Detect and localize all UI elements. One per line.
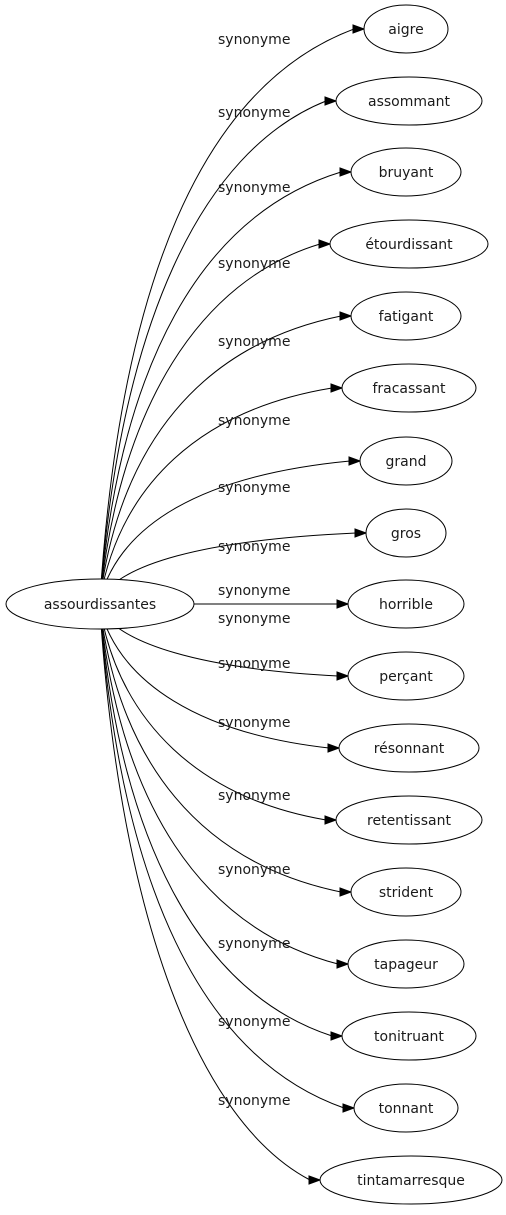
edge-synonyme: synonyme: [99, 608, 353, 897]
edge-label: synonyme: [218, 539, 290, 555]
edge-label: synonyme: [218, 715, 290, 731]
target-node-label: étourdissant: [365, 237, 453, 253]
arrowhead-icon: [318, 239, 332, 249]
target-node[interactable]: fracassant: [341, 363, 477, 413]
edge-label: synonyme: [218, 413, 290, 429]
arrowhead-icon: [339, 311, 353, 321]
target-node-label: aigre: [388, 22, 423, 38]
arrowhead-icon: [324, 815, 338, 825]
edge-line: [99, 608, 342, 893]
arrowhead-icon: [352, 24, 366, 34]
target-node-label: tintamarresque: [357, 1173, 465, 1189]
target-node-label: tonitruant: [374, 1029, 444, 1045]
source-node-label: assourdissantes: [44, 597, 156, 613]
edge-line: [99, 608, 327, 821]
target-node[interactable]: horrible: [347, 579, 465, 629]
arrowhead-icon: [327, 743, 341, 753]
target-node[interactable]: tapageur: [347, 939, 465, 989]
target-node[interactable]: fatigant: [350, 291, 462, 341]
edge-label: synonyme: [218, 788, 290, 804]
target-node-label: bruyant: [379, 165, 434, 181]
target-node[interactable]: résonnant: [338, 723, 480, 773]
target-node-label: tapageur: [374, 957, 438, 973]
arrowhead-icon: [308, 1175, 322, 1185]
arrowhead-icon: [342, 1103, 356, 1113]
arrowhead-icon: [336, 959, 350, 969]
arrowhead-icon: [336, 599, 350, 609]
edge-line: [99, 608, 330, 749]
target-node[interactable]: tonitruant: [341, 1011, 477, 1061]
edge-line: [99, 171, 342, 600]
edge-label: synonyme: [218, 480, 290, 496]
target-node-label: grand: [386, 454, 427, 470]
edge-label: synonyme: [218, 656, 290, 672]
edge-label: synonyme: [218, 936, 290, 952]
arrowhead-icon: [339, 167, 353, 177]
edge-label: synonyme: [218, 862, 290, 878]
target-node[interactable]: tintamarresque: [319, 1155, 503, 1205]
arrowhead-icon: [324, 96, 338, 106]
source-node[interactable]: assourdissantes: [5, 578, 195, 630]
edge-synonyme: synonyme: [99, 167, 353, 600]
target-node[interactable]: strident: [350, 867, 462, 917]
edge-synonyme: synonyme: [194, 583, 350, 609]
edge-line: [99, 387, 333, 600]
target-node[interactable]: étourdissant: [329, 219, 489, 269]
arrowhead-icon: [348, 456, 362, 466]
edge-synonyme: synonyme: [99, 239, 332, 600]
target-node[interactable]: perçant: [347, 651, 465, 701]
target-node[interactable]: tonnant: [353, 1083, 459, 1133]
target-node-label: horrible: [379, 597, 433, 613]
arrowhead-icon: [330, 1031, 344, 1041]
edge-synonyme: synonyme: [99, 456, 362, 600]
edge-label: synonyme: [218, 583, 290, 599]
edge-line: [99, 608, 345, 1109]
target-node[interactable]: retentissant: [335, 795, 483, 845]
edge-label: synonyme: [218, 1093, 290, 1109]
edge-label: synonyme: [218, 105, 290, 121]
target-node[interactable]: grand: [359, 436, 453, 486]
edge-line: [99, 315, 342, 600]
target-node-label: retentissant: [367, 813, 451, 829]
edge-synonyme: synonyme: [99, 608, 356, 1113]
target-node-label: résonnant: [374, 741, 445, 757]
edge-label: synonyme: [218, 32, 290, 48]
edge-synonyme: synonyme: [99, 311, 353, 600]
arrowhead-icon: [354, 528, 368, 538]
target-node-label: strident: [379, 885, 434, 901]
edge-label: synonyme: [218, 256, 290, 272]
target-node[interactable]: assommant: [335, 76, 483, 126]
target-node[interactable]: bruyant: [350, 147, 462, 197]
target-node[interactable]: aigre: [363, 4, 449, 54]
edge-label: synonyme: [218, 334, 290, 350]
target-node[interactable]: gros: [365, 508, 447, 558]
arrowhead-icon: [330, 383, 344, 393]
edge-label: synonyme: [218, 180, 290, 196]
target-node-label: gros: [391, 526, 421, 542]
synonym-graph: synonyme synonyme synonyme synonyme synonyme…: [5, 4, 503, 1205]
edge-synonyme: synonyme: [99, 608, 322, 1185]
arrowhead-icon: [339, 887, 353, 897]
target-node-label: tonnant: [379, 1101, 434, 1117]
target-node-label: fracassant: [372, 381, 446, 397]
arrowhead-icon: [336, 671, 350, 681]
target-node-label: perçant: [379, 669, 433, 685]
edge-label: synonyme: [218, 611, 290, 627]
edge-label: synonyme: [218, 1014, 290, 1030]
target-node-label: assommant: [368, 94, 450, 110]
target-node-label: fatigant: [379, 309, 434, 325]
